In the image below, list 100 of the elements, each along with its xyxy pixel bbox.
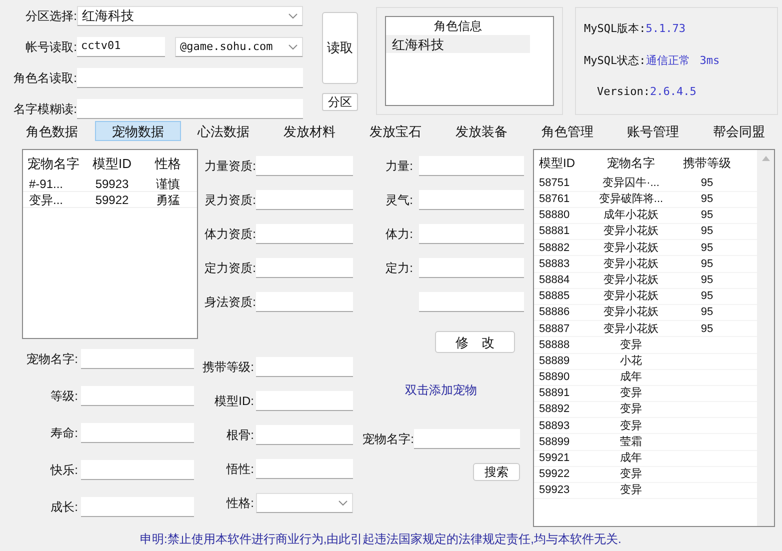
- table-cell-text: 成年小花妖: [604, 208, 658, 224]
- table-cell-text: 小花: [620, 354, 642, 369]
- tab[interactable]: 角色数据: [9, 120, 95, 141]
- column-header: 性格: [154, 154, 182, 173]
- input-field[interactable]: [81, 423, 194, 444]
- field-label: 名字模糊读:: [12, 101, 77, 118]
- input-field[interactable]: [81, 460, 194, 480]
- field-label: 携带等级:: [202, 359, 254, 376]
- tab[interactable]: 发放材料: [266, 120, 353, 141]
- dropdown[interactable]: @game.sohu.com: [175, 37, 303, 57]
- table-cell-text: 95: [700, 256, 714, 272]
- input-field[interactable]: [256, 258, 353, 278]
- input-field[interactable]: [256, 190, 353, 210]
- field-label: 身法资质:: [204, 294, 256, 312]
- column-header: 携带等级: [682, 154, 732, 172]
- column-header: 模型ID: [538, 154, 576, 172]
- table-cell-text: 变异小花妖: [604, 322, 658, 337]
- list-item[interactable]: 红海科技: [386, 35, 530, 53]
- table-cell-text: 58761: [538, 192, 571, 208]
- input-field[interactable]: [414, 429, 520, 450]
- table-cell-text: 变异: [620, 418, 642, 434]
- table-cell-text: 58887: [538, 322, 571, 337]
- table-cell-text: 变异: [620, 338, 642, 353]
- field-label: 定力:: [384, 260, 413, 278]
- column-header: 宠物名字: [606, 154, 656, 172]
- field-label: 灵气:: [384, 192, 413, 210]
- table-cell-text: 58880: [538, 208, 571, 224]
- field-label: 模型ID:: [214, 393, 254, 410]
- dropdown[interactable]: [256, 493, 353, 514]
- field-label: 性格:: [225, 495, 254, 512]
- dropdown[interactable]: 红海科技: [77, 6, 303, 26]
- table-cell-text: 58751: [538, 176, 571, 191]
- table-cell-text: 59921: [538, 451, 571, 466]
- input-field[interactable]: [256, 357, 353, 378]
- table-cell-text: 58885: [538, 289, 571, 304]
- input-field[interactable]: [77, 68, 303, 88]
- tab[interactable]: 角色管理: [524, 120, 610, 141]
- table-cell-text: 59923: [538, 483, 571, 498]
- field-label: 成长:: [50, 499, 78, 516]
- input-field[interactable]: [77, 99, 303, 119]
- table-cell-text: 59922: [538, 467, 571, 482]
- input-field[interactable]: cctv01: [77, 37, 165, 57]
- input-field[interactable]: [419, 292, 524, 312]
- scrollbar[interactable]: [757, 150, 774, 526]
- input-field[interactable]: [256, 391, 353, 412]
- table-cell-text: 58883: [538, 256, 571, 272]
- table-cell-text: 58890: [538, 370, 571, 386]
- input-field[interactable]: [419, 224, 524, 244]
- table-cell-text: 58891: [538, 386, 571, 402]
- field-label: 寿命:: [50, 425, 78, 442]
- status-text: MySQL状态:通信正常: [584, 52, 690, 69]
- input-field[interactable]: [256, 224, 353, 244]
- field-label: 帐号读取:: [24, 39, 77, 56]
- field-label: 分区选择:: [24, 8, 77, 25]
- scroll-up-icon[interactable]: [762, 156, 770, 162]
- table-cell-text: 58892: [538, 402, 571, 418]
- status-text: Version:2.6.4.5: [597, 84, 696, 100]
- table-cell-text: 58889: [538, 354, 571, 369]
- input-field[interactable]: [81, 349, 194, 370]
- tab[interactable]: 发放宝石: [352, 120, 438, 141]
- zone-button[interactable]: 分区: [322, 93, 358, 111]
- tab[interactable]: 账号管理: [610, 120, 696, 141]
- table-cell-text: 变异小花妖: [604, 304, 658, 320]
- table-cell-text: 95: [700, 208, 714, 224]
- search-button[interactable]: 搜索: [473, 463, 520, 482]
- input-field[interactable]: [81, 386, 194, 406]
- field-label: 根骨:: [226, 427, 254, 444]
- modify-button[interactable]: 修 改: [435, 331, 515, 354]
- tab[interactable]: 帮会同盟: [696, 120, 782, 141]
- read-button[interactable]: 读取: [322, 12, 358, 84]
- input-field[interactable]: [419, 156, 524, 176]
- chevron-down-icon: [288, 13, 298, 19]
- tab[interactable]: 心法数据: [180, 120, 267, 141]
- table-cell-text: 59923: [94, 176, 130, 193]
- input-field[interactable]: [419, 190, 524, 210]
- chevron-down-icon: [288, 44, 298, 50]
- input-field[interactable]: [256, 459, 353, 480]
- tab[interactable]: 发放装备: [438, 120, 524, 141]
- input-field[interactable]: [256, 292, 353, 312]
- column-header: 宠物名字: [26, 154, 80, 173]
- table-cell-text: 变异小花妖: [604, 240, 658, 256]
- field-label: 力量:: [384, 158, 413, 176]
- table-cell-text: 58882: [538, 240, 571, 256]
- input-field[interactable]: [256, 425, 353, 446]
- input-field[interactable]: [419, 258, 524, 278]
- table-cell-text: 成年: [620, 451, 642, 466]
- add-pet-link[interactable]: 双击添加宠物: [405, 381, 520, 400]
- input-field[interactable]: [81, 497, 194, 518]
- table-cell-text: 58884: [538, 272, 571, 288]
- table-cell-text: 58893: [538, 418, 571, 434]
- table-cell-text: 变异小花妖: [604, 288, 658, 304]
- table-cell-text: 勇猛: [155, 192, 181, 209]
- table-cell-text: 变异: [620, 402, 642, 418]
- table-cell-text: 95: [700, 322, 714, 337]
- chevron-down-icon: [338, 500, 348, 506]
- tab[interactable]: 宠物数据: [94, 120, 181, 141]
- table-cell-text: 58888: [538, 338, 571, 353]
- field-label: 力量资质:: [204, 158, 256, 176]
- input-field[interactable]: [256, 156, 353, 176]
- table-cell-text: #-91...: [28, 176, 64, 193]
